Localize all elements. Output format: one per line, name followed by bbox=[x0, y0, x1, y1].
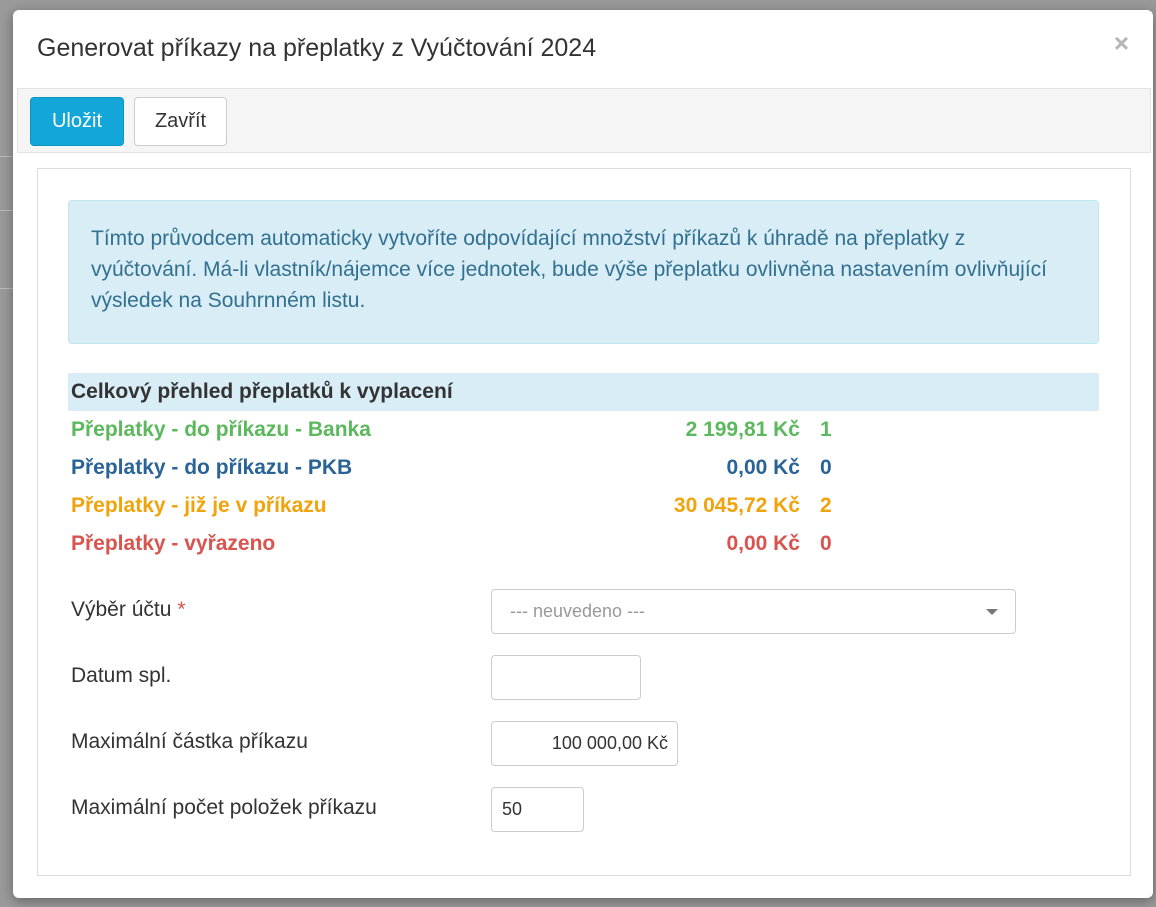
max-amount-input[interactable] bbox=[491, 721, 678, 766]
summary-row-bank: Přeplatky - do příkazu - Banka 2 199,81 … bbox=[68, 411, 1099, 449]
summary-row-in-order: Přeplatky - již je v příkazu 30 045,72 K… bbox=[68, 487, 1099, 525]
summary-row-count: 0 bbox=[820, 456, 832, 479]
backdrop-line bbox=[0, 288, 14, 289]
backdrop-line bbox=[0, 210, 14, 211]
max-items-input[interactable] bbox=[491, 787, 584, 832]
toolbar: Uložit Zavřít bbox=[17, 88, 1151, 153]
form-panel: Tímto průvodcem automaticky vytvoříte od… bbox=[37, 168, 1131, 876]
max-amount-label: Maximální částka příkazu bbox=[71, 730, 308, 753]
summary-row-amount: 30 045,72 Kč bbox=[673, 494, 800, 517]
summary-row-label: Přeplatky - již je v příkazu bbox=[71, 494, 327, 517]
caret-down-icon bbox=[986, 609, 998, 615]
summary-row-amount: 2 199,81 Kč bbox=[685, 418, 800, 441]
close-button[interactable]: Zavřít bbox=[134, 97, 227, 146]
close-icon[interactable]: × bbox=[1114, 30, 1129, 56]
save-button[interactable]: Uložit bbox=[30, 97, 124, 146]
summary-row-label: Přeplatky - do příkazu - Banka bbox=[71, 418, 371, 441]
modal-header: Generovat příkazy na přeplatky z Vyúčtov… bbox=[13, 10, 1153, 88]
backdrop-line bbox=[0, 156, 14, 157]
modal-dialog: Generovat příkazy na přeplatky z Vyúčtov… bbox=[13, 10, 1153, 898]
dialog-title: Generovat příkazy na přeplatky z Vyúčtov… bbox=[37, 34, 597, 62]
required-marker: * bbox=[177, 598, 186, 621]
info-alert: Tímto průvodcem automaticky vytvoříte od… bbox=[68, 200, 1099, 344]
account-label-text: Výběr účtu bbox=[71, 598, 172, 621]
summary-header: Celkový přehled přeplatků k vyplacení bbox=[68, 373, 1099, 411]
summary-row-count: 1 bbox=[820, 418, 832, 441]
summary-row-label: Přeplatky - vyřazeno bbox=[71, 532, 276, 555]
max-items-label: Maximální počet položek příkazu bbox=[71, 796, 377, 819]
summary-row-pkb: Přeplatky - do příkazu - PKB 0,00 Kč 0 bbox=[68, 449, 1099, 487]
summary-row-count: 0 bbox=[820, 532, 832, 555]
account-select[interactable]: --- neuvedeno --- bbox=[491, 589, 1016, 634]
account-label: Výběr účtu * bbox=[71, 598, 186, 622]
summary-row-excluded: Přeplatky - vyřazeno 0,00 Kč 0 bbox=[68, 525, 1099, 563]
date-label: Datum spl. bbox=[71, 664, 172, 687]
summary-row-count: 2 bbox=[820, 494, 832, 517]
summary-row-amount: 0,00 Kč bbox=[726, 532, 800, 555]
account-select-value: --- neuvedeno --- bbox=[510, 601, 646, 621]
summary-row-label: Přeplatky - do příkazu - PKB bbox=[71, 456, 353, 479]
date-input[interactable] bbox=[491, 655, 641, 700]
summary-row-amount: 0,00 Kč bbox=[726, 456, 800, 479]
